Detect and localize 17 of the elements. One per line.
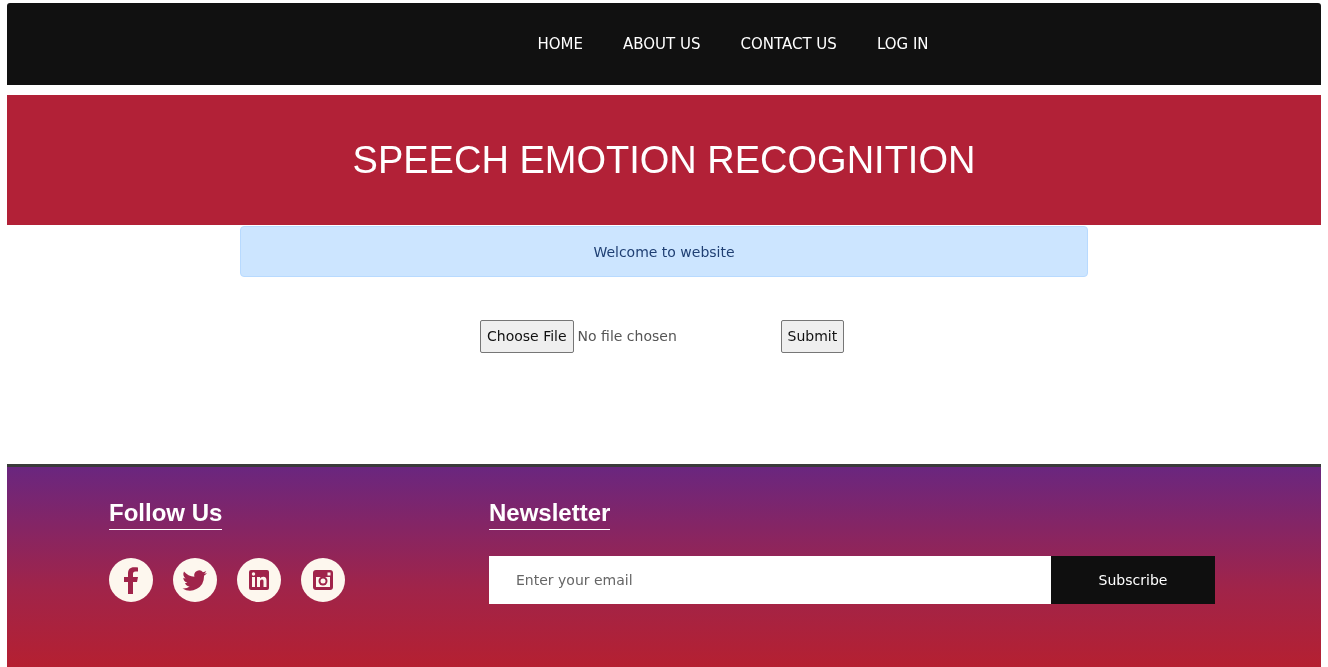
subscribe-button[interactable]: Subscribe xyxy=(1051,556,1215,604)
submit-button[interactable]: Submit xyxy=(780,319,845,353)
twitter-icon[interactable] xyxy=(173,558,217,602)
follow-heading: Follow Us xyxy=(109,499,223,530)
newsletter-heading: Newsletter xyxy=(489,499,611,530)
nav-link[interactable]: HOME xyxy=(537,35,583,53)
welcome-alert: Welcome to website xyxy=(240,226,1088,277)
nav-link[interactable]: ABOUT US xyxy=(622,35,701,53)
email-field[interactable]: Enter your email xyxy=(489,556,1051,604)
nav-link[interactable]: LOG IN xyxy=(876,35,929,53)
page-title: SPEECH EMOTION RECOGNITION xyxy=(352,138,976,182)
nav-link[interactable]: CONTACT US xyxy=(740,35,837,53)
linkedin-icon[interactable] xyxy=(237,558,281,602)
instagram-icon[interactable] xyxy=(301,558,345,602)
file-status: No file chosen xyxy=(577,328,678,344)
choose-file-button[interactable]: Choose File xyxy=(480,319,574,353)
facebook-icon[interactable] xyxy=(109,558,153,602)
